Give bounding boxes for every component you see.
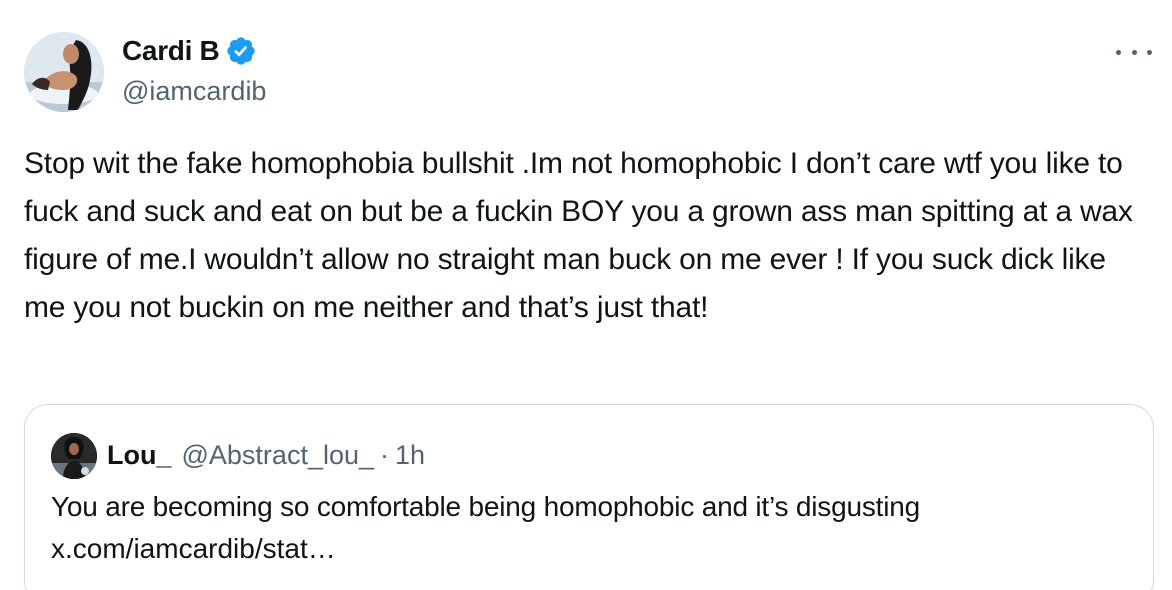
author-display-name[interactable]: Cardi B [122,34,220,68]
author-name-row: Cardi B [122,34,257,68]
author-avatar[interactable] [24,32,104,112]
quoted-author-avatar [51,433,97,479]
more-options-icon[interactable] [1116,40,1152,64]
quoted-tweet-card[interactable]: Lou_ @Abstract_lou_ · 1h You are becomin… [24,404,1154,590]
quoted-timestamp: 1h [395,440,426,470]
quoted-separator: · [380,440,390,470]
quoted-display-name: Lou_ [107,440,172,470]
author-handle[interactable]: @iamcardib [122,74,266,108]
quoted-header: Lou_ @Abstract_lou_ · 1h [107,437,425,473]
quoted-link[interactable]: x.com/iamcardib/stat… [51,529,336,569]
quoted-text: You are becoming so comfortable being ho… [51,491,920,522]
tweet-text: Stop wit the fake homophobia bullshit .I… [24,147,1141,324]
quoted-handle: @Abstract_lou_ [181,440,375,470]
verified-badge-icon [225,35,257,67]
